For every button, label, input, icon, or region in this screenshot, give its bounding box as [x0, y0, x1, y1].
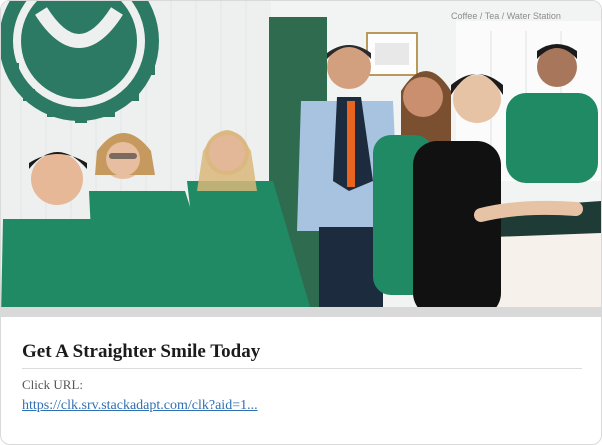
- ad-headline[interactable]: Get A Straighter Smile Today: [22, 341, 582, 363]
- team-photo: Coffee / Tea / Water Station: [1, 1, 601, 317]
- click-url-label: Click URL:: [22, 377, 84, 392]
- ad-text: Get A Straighter Smile Today Click URL: …: [22, 317, 582, 415]
- ad-card[interactable]: Coffee / Tea / Water Station Get A Strai…: [0, 0, 602, 445]
- wall-sign: Coffee / Tea / Water Station: [451, 11, 561, 21]
- click-url-link[interactable]: https://clk.srv.stackadapt.com/clk?aid=1…: [22, 397, 258, 415]
- divider: [22, 368, 582, 369]
- ad-image[interactable]: Coffee / Tea / Water Station: [1, 1, 601, 317]
